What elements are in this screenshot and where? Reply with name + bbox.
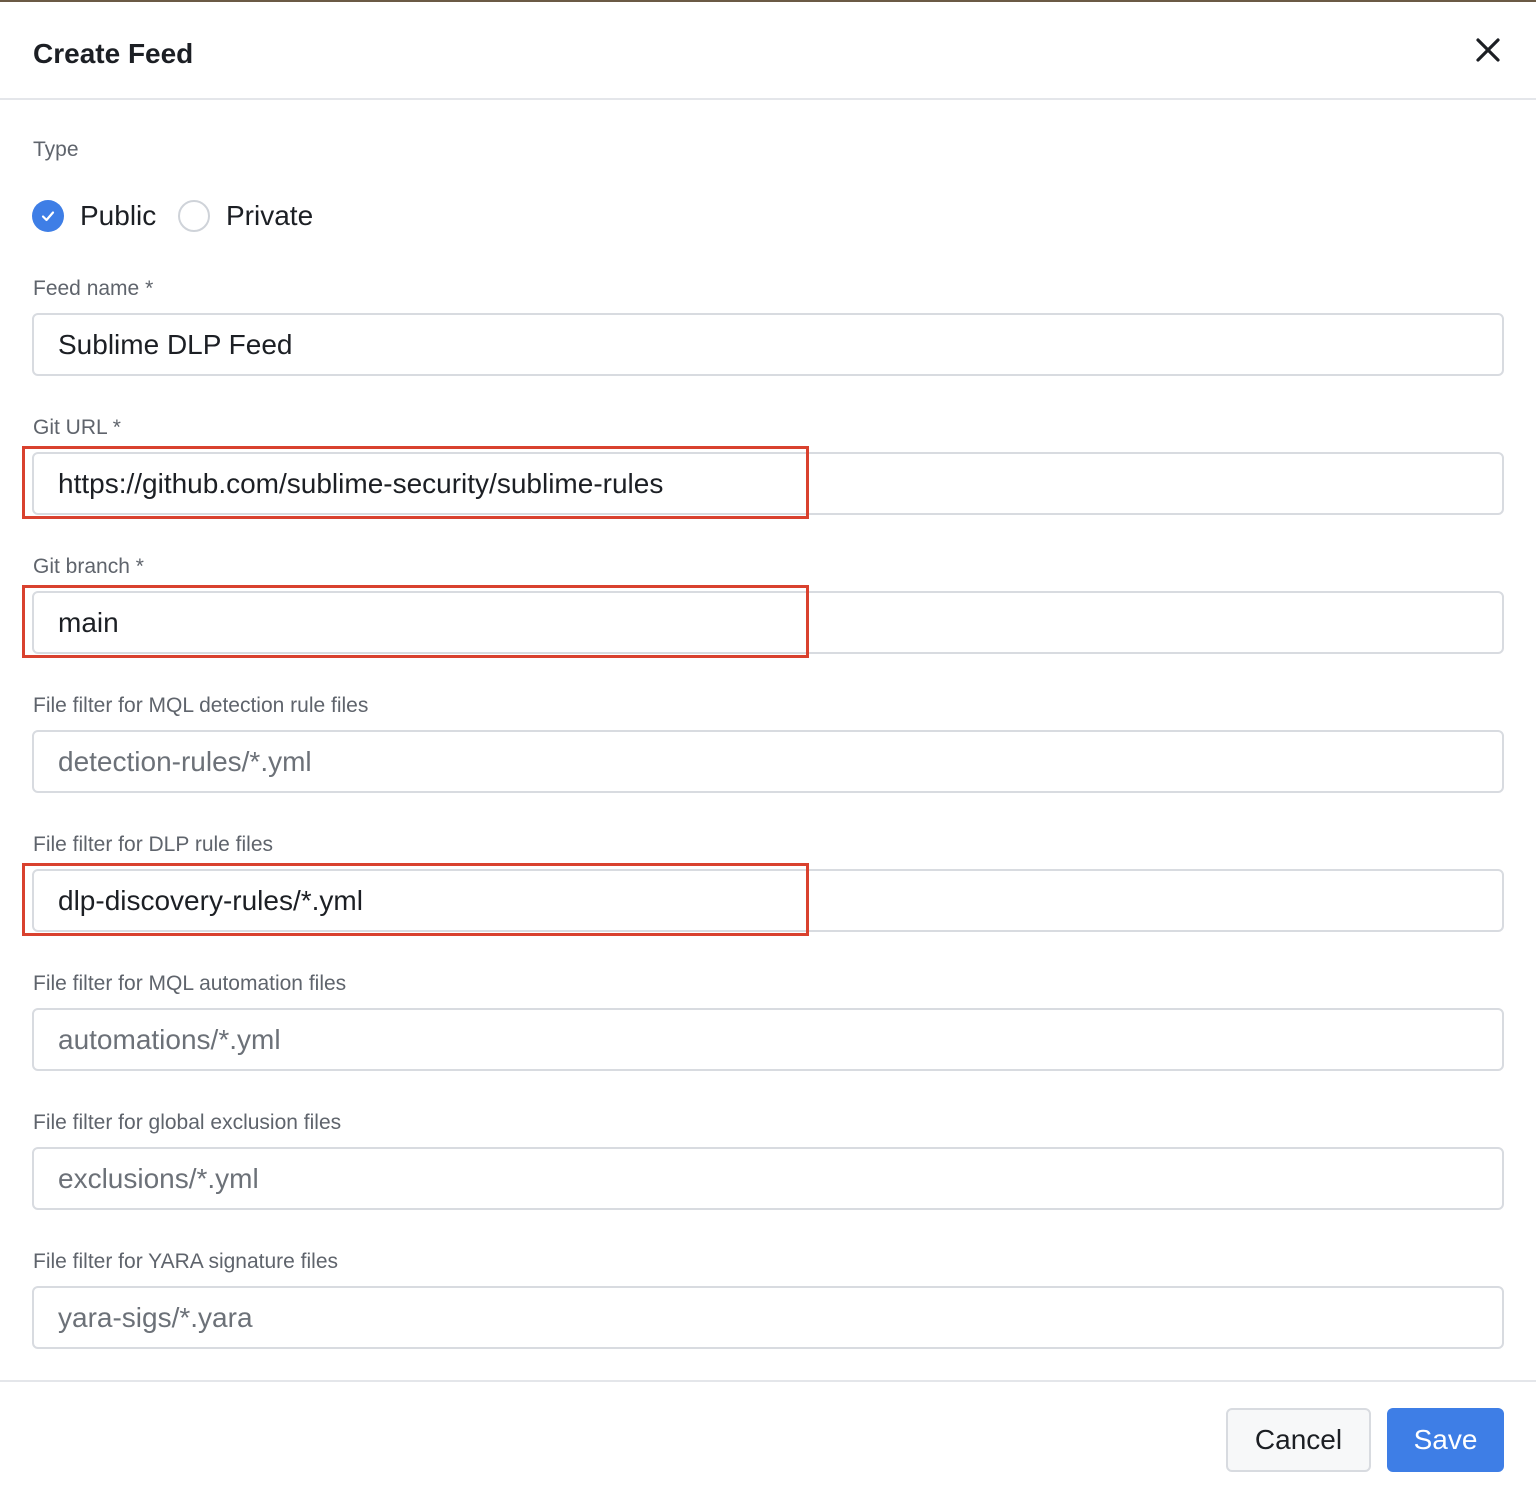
radio-private-label: Private	[226, 200, 314, 231]
yara-signature-label: File filter for YARA signature files	[33, 1250, 339, 1273]
git-url-input[interactable]	[32, 452, 1504, 515]
mql-detection-label: File filter for MQL detection rule files	[33, 694, 369, 717]
git-branch-input[interactable]	[32, 591, 1504, 654]
mql-detection-input[interactable]	[32, 730, 1504, 793]
mql-automation-input[interactable]	[32, 1008, 1504, 1071]
radio-private[interactable]: Private	[178, 198, 313, 234]
close-icon	[1476, 38, 1500, 62]
feed-name-label: Feed name *	[33, 277, 154, 300]
cancel-button[interactable]: Cancel	[1226, 1408, 1371, 1472]
save-button[interactable]: Save	[1387, 1408, 1504, 1472]
global-exclusion-label: File filter for global exclusion files	[33, 1111, 342, 1134]
dialog-title: Create Feed	[33, 38, 194, 69]
global-exclusion-input[interactable]	[32, 1147, 1504, 1210]
feed-name-input[interactable]	[32, 313, 1504, 376]
dlp-rules-input[interactable]	[32, 869, 1504, 932]
dialog-header: Create Feed	[0, 2, 1536, 100]
radio-unchecked-icon	[178, 200, 210, 232]
close-button[interactable]	[1468, 30, 1508, 70]
git-branch-label: Git branch *	[33, 555, 144, 578]
type-label: Type	[33, 138, 79, 161]
radio-checked-icon	[32, 200, 64, 232]
dlp-rules-label: File filter for DLP rule files	[33, 833, 274, 856]
radio-public-label: Public	[80, 200, 157, 231]
dialog-footer: Cancel Save	[0, 1380, 1536, 1494]
radio-public[interactable]: Public	[32, 198, 156, 234]
mql-automation-label: File filter for MQL automation files	[33, 972, 347, 995]
yara-signature-input[interactable]	[32, 1286, 1504, 1349]
git-url-label: Git URL *	[33, 416, 121, 439]
create-feed-dialog: Create Feed Type Public Private Feed nam…	[0, 2, 1536, 1492]
